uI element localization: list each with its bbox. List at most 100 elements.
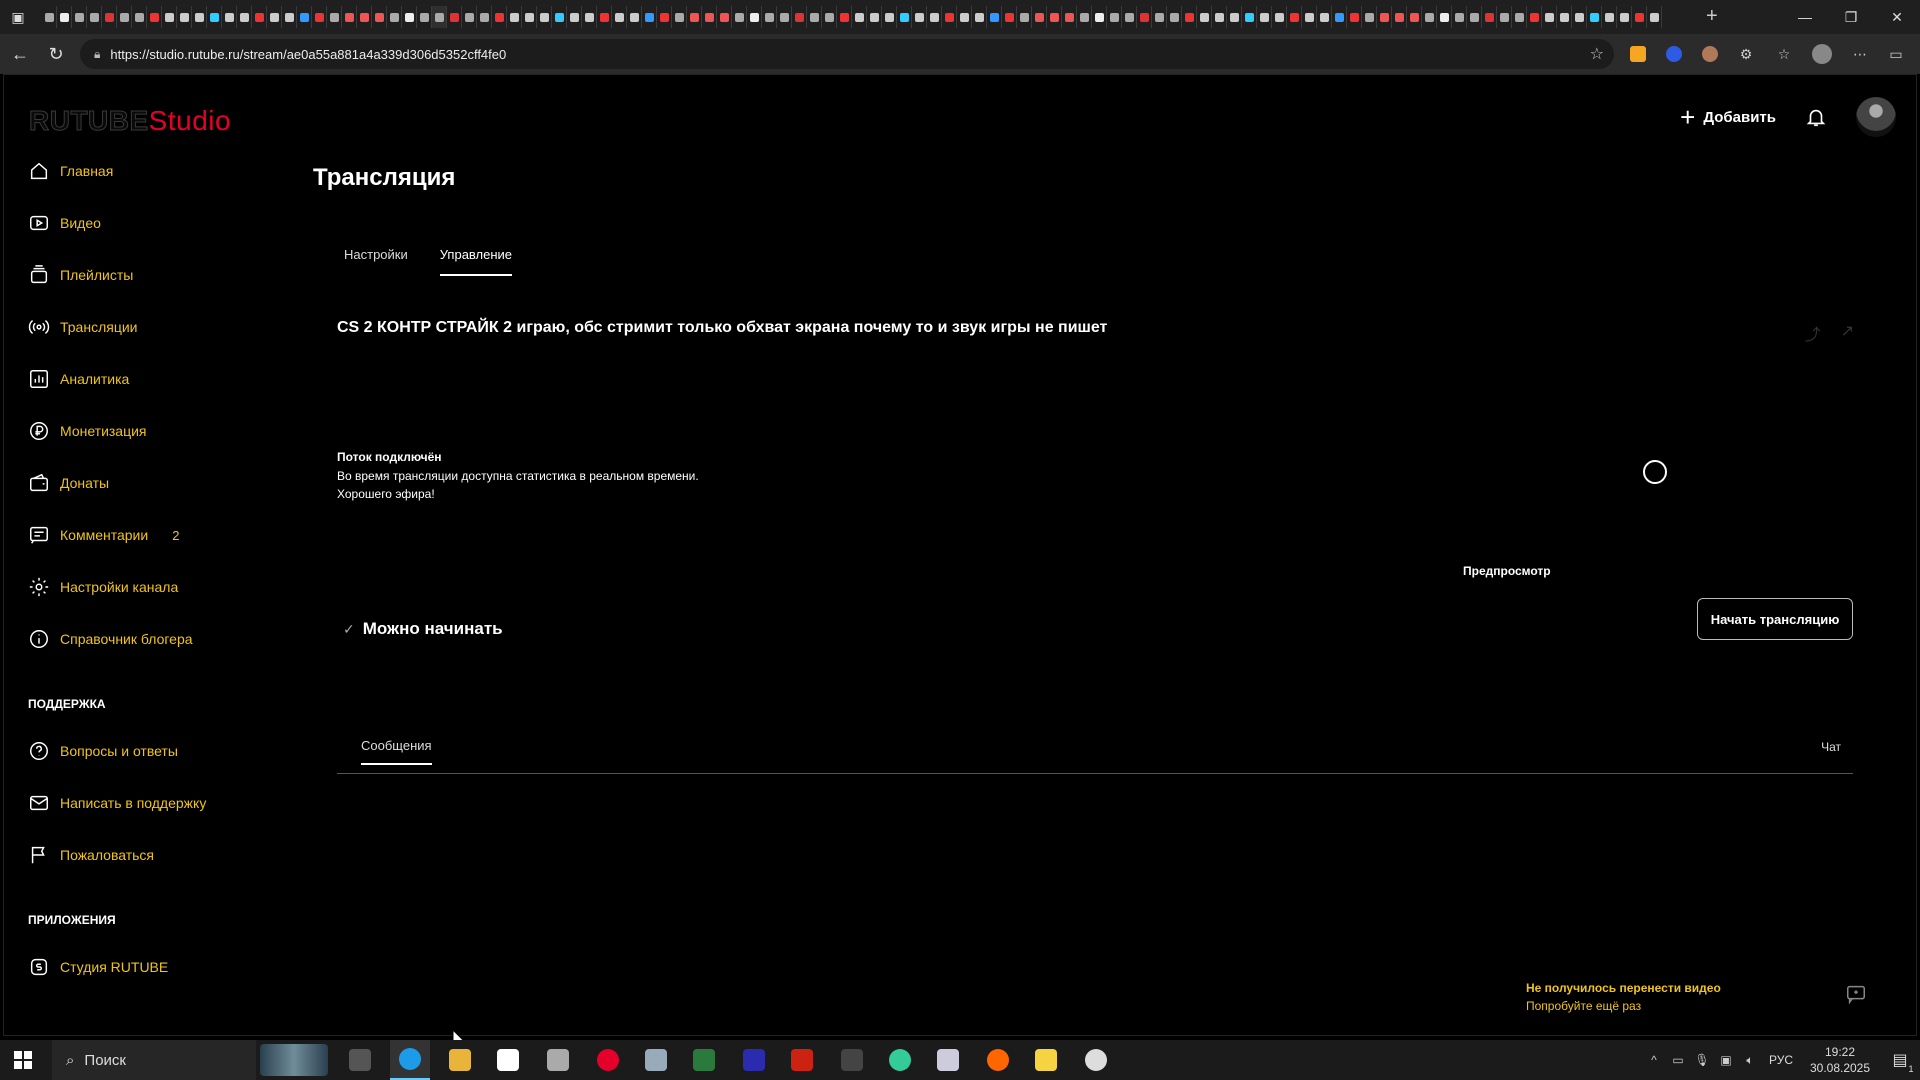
sidebar-item-question[interactable]: Вопросы и ответы — [28, 725, 268, 777]
browser-tab[interactable] — [1422, 6, 1437, 28]
browser-tab[interactable] — [1467, 6, 1482, 28]
browser-tab[interactable] — [327, 6, 342, 28]
browser-tab[interactable] — [297, 6, 312, 28]
tab-settings[interactable]: Настройки — [344, 247, 408, 276]
address-bar[interactable]: 🔒︎ https://studio.rutube.ru/stream/ae0a5… — [80, 39, 1614, 69]
browser-tab[interactable] — [1557, 6, 1572, 28]
browser-tab[interactable] — [147, 6, 162, 28]
browser-tab[interactable] — [612, 6, 627, 28]
browser-tab[interactable] — [267, 6, 282, 28]
taskbar-app[interactable] — [1026, 1040, 1066, 1080]
browser-tab[interactable] — [1572, 6, 1587, 28]
browser-tab[interactable] — [312, 6, 327, 28]
browser-tab[interactable] — [1242, 6, 1257, 28]
browser-tab[interactable] — [657, 6, 672, 28]
taskbar-app[interactable] — [832, 1040, 872, 1080]
browser-tab[interactable] — [1542, 6, 1557, 28]
browser-tab[interactable] — [1392, 6, 1407, 28]
browser-tab[interactable] — [927, 6, 942, 28]
notifications-icon[interactable]: ▤ 1 — [1880, 1040, 1920, 1080]
browser-tab[interactable] — [1272, 6, 1287, 28]
browser-tab[interactable] — [942, 6, 957, 28]
browser-tab[interactable] — [912, 6, 927, 28]
sidebar-item-home[interactable]: Главная — [28, 145, 268, 197]
browser-tab[interactable] — [807, 6, 822, 28]
browser-tab[interactable] — [1227, 6, 1242, 28]
network-icon[interactable]: ▣ — [1714, 1040, 1738, 1080]
sidebar-item-flag[interactable]: Пожаловаться — [28, 829, 268, 881]
browser-tab[interactable] — [102, 6, 117, 28]
browser-tab[interactable] — [42, 6, 57, 28]
minimize-icon[interactable]: — — [1782, 0, 1828, 34]
taskbar-app[interactable] — [440, 1040, 480, 1080]
browser-tab[interactable] — [552, 6, 567, 28]
mic-icon[interactable]: 🎙︎ — [1690, 1040, 1714, 1080]
sidebar-item-gear[interactable]: Настройки канала — [28, 561, 268, 613]
browser-tab[interactable] — [717, 6, 732, 28]
browser-tab[interactable] — [1167, 6, 1182, 28]
clock[interactable]: 19:22 30.08.2025 — [1800, 1044, 1880, 1076]
browser-tab[interactable] — [972, 6, 987, 28]
profile-icon[interactable] — [1810, 42, 1834, 66]
close-icon[interactable]: ✕ — [1874, 0, 1920, 34]
browser-tab[interactable] — [1362, 6, 1377, 28]
browser-tab[interactable] — [57, 6, 72, 28]
browser-tab[interactable] — [1062, 6, 1077, 28]
tab-actions-icon[interactable]: ▣ — [0, 0, 36, 34]
taskbar-app[interactable] — [538, 1040, 578, 1080]
browser-tab[interactable] — [747, 6, 762, 28]
browser-tab[interactable] — [1287, 6, 1302, 28]
browser-tab[interactable] — [1002, 6, 1017, 28]
browser-tab[interactable] — [342, 6, 357, 28]
taskbar-app[interactable] — [978, 1040, 1018, 1080]
sidebar-item-video[interactable]: Видео — [28, 197, 268, 249]
browser-tab[interactable] — [1047, 6, 1062, 28]
taskbar-app[interactable] — [880, 1040, 920, 1080]
browser-tab[interactable] — [1077, 6, 1092, 28]
browser-tab[interactable] — [72, 6, 87, 28]
sidebar-item-mail[interactable]: Написать в поддержку — [28, 777, 268, 829]
browser-tab[interactable] — [1017, 6, 1032, 28]
browser-tab[interactable] — [1377, 6, 1392, 28]
favorite-star-icon[interactable]: ☆ — [1590, 44, 1604, 64]
sidebar-item-info[interactable]: Справочник блогера — [28, 613, 268, 665]
browser-tab[interactable] — [867, 6, 882, 28]
browser-tab[interactable] — [852, 6, 867, 28]
browser-tab[interactable] — [282, 6, 297, 28]
browser-tab[interactable] — [117, 6, 132, 28]
browser-tab[interactable] — [762, 6, 777, 28]
back-icon[interactable]: ← — [6, 40, 34, 68]
browser-tab[interactable] — [882, 6, 897, 28]
share-icon[interactable]: ⤴ — [1805, 321, 1821, 345]
browser-tab[interactable] — [702, 6, 717, 28]
tab-messages[interactable]: Сообщения — [361, 738, 432, 765]
browser-tab[interactable] — [1632, 6, 1647, 28]
feedback-icon[interactable] — [1845, 983, 1867, 1005]
browser-tab[interactable] — [432, 6, 447, 28]
browser-tab[interactable] — [447, 6, 462, 28]
retry-link[interactable]: Попробуйте ещё раз — [1526, 997, 1721, 1015]
browser-tab[interactable] — [1647, 6, 1662, 28]
browser-tab[interactable] — [417, 6, 432, 28]
browser-tab[interactable] — [822, 6, 837, 28]
taskbar-app[interactable] — [390, 1040, 430, 1080]
taskbar-app[interactable] — [588, 1040, 628, 1080]
browser-tab[interactable] — [192, 6, 207, 28]
browser-tab[interactable] — [792, 6, 807, 28]
browser-tab[interactable] — [1092, 6, 1107, 28]
sidebar-item-playlist[interactable]: Плейлисты — [28, 249, 268, 301]
browser-tab[interactable] — [1197, 6, 1212, 28]
browser-tab[interactable] — [567, 6, 582, 28]
browser-tab[interactable] — [1182, 6, 1197, 28]
browser-tab[interactable] — [1317, 6, 1332, 28]
browser-tab[interactable] — [357, 6, 372, 28]
taskbar-app[interactable] — [928, 1040, 968, 1080]
taskbar-app[interactable] — [782, 1040, 822, 1080]
browser-tab[interactable] — [1032, 6, 1047, 28]
taskbar-app[interactable] — [684, 1040, 724, 1080]
browser-tab[interactable] — [1347, 6, 1362, 28]
browser-tab[interactable] — [732, 6, 747, 28]
browser-tab[interactable] — [402, 6, 417, 28]
sidebar-item-ruble[interactable]: Монетизация — [28, 405, 268, 457]
battery-icon[interactable]: ▭ — [1666, 1040, 1690, 1080]
